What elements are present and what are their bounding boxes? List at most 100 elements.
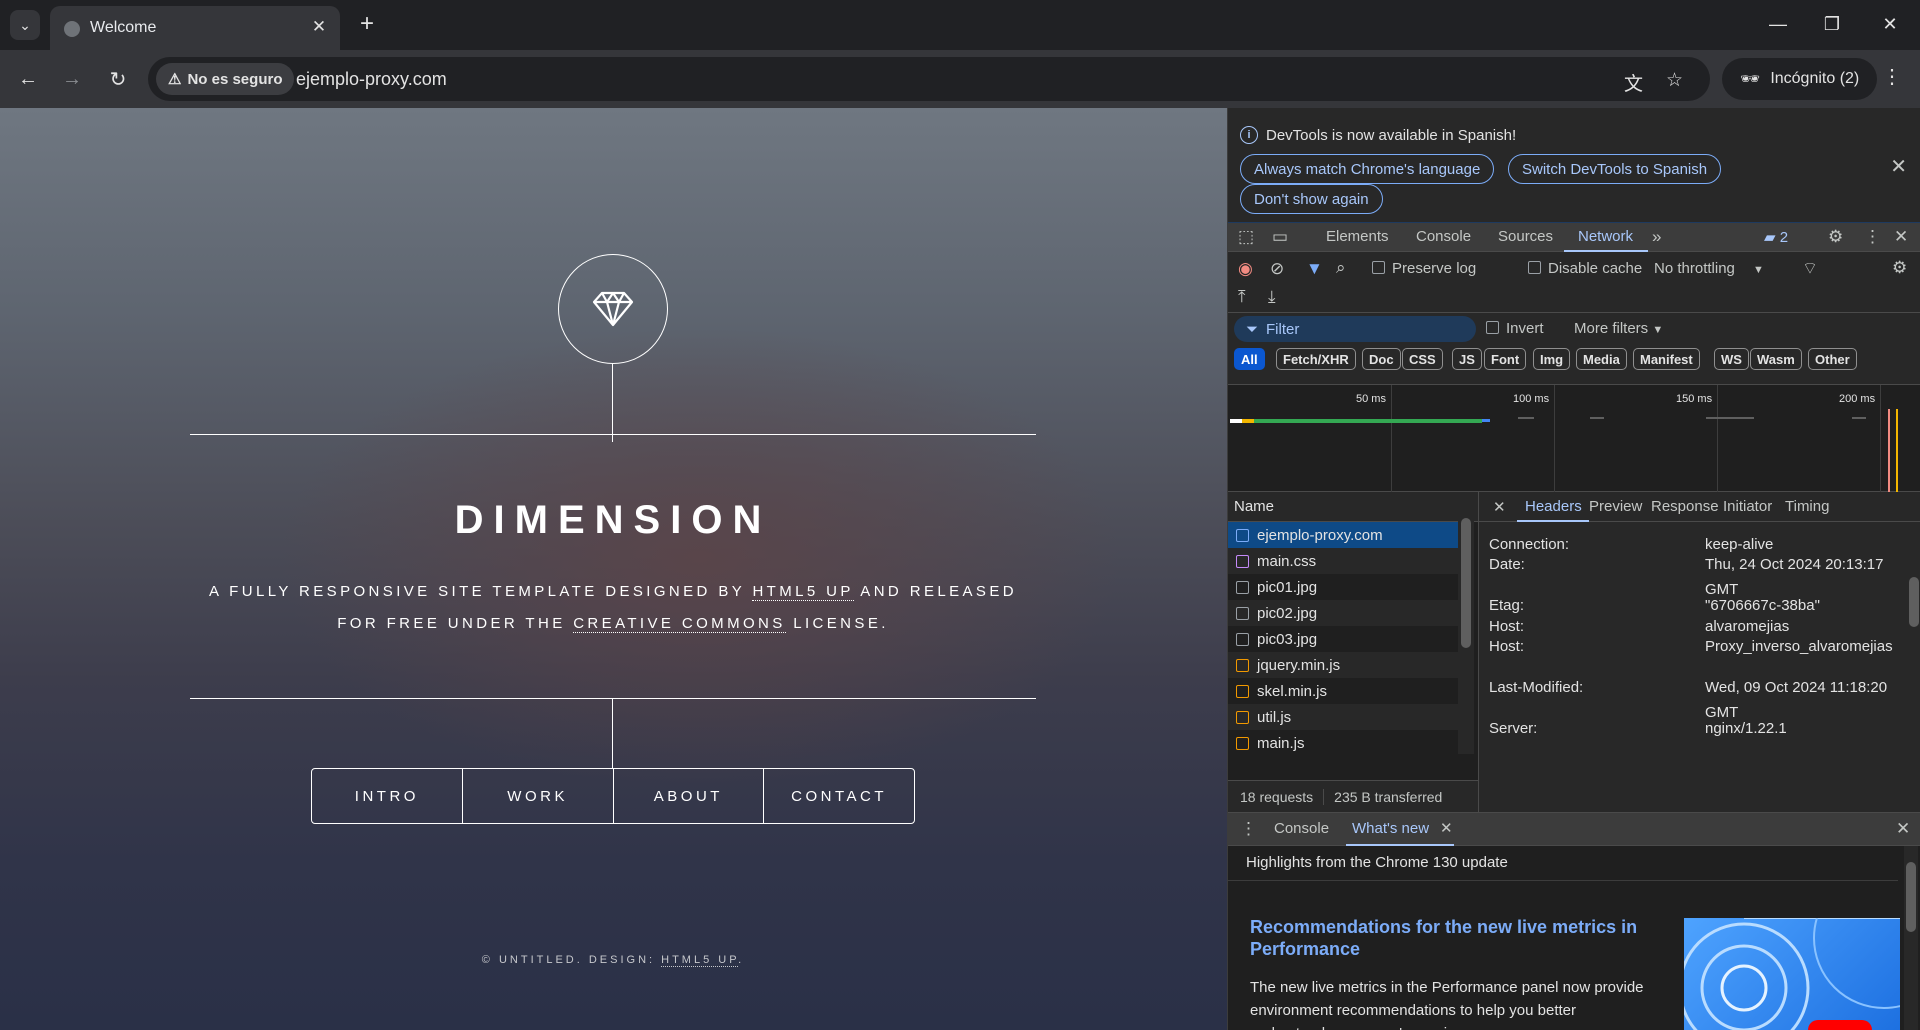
request-row[interactable]: util.js (1228, 704, 1458, 730)
drawer-menu-icon[interactable]: ⋮ (1240, 819, 1257, 839)
feature-title-link[interactable]: Recommendations for the new live metrics… (1250, 916, 1660, 960)
tab-response[interactable]: Response (1651, 498, 1719, 515)
type-chip-media[interactable]: Media (1576, 348, 1627, 370)
site-footer: © UNTITLED. DESIGN: HTML5 UP. (190, 954, 1036, 967)
back-button[interactable]: ← (14, 65, 42, 93)
nav-intro[interactable]: INTRO (312, 769, 463, 823)
type-chip-wasm[interactable]: Wasm (1750, 348, 1802, 370)
type-chip-manifest[interactable]: Manifest (1633, 348, 1700, 370)
type-chip-img[interactable]: Img (1533, 348, 1571, 370)
filter-input[interactable]: ⏷ Filter (1234, 316, 1476, 342)
device-toolbar-icon[interactable]: ▭ (1272, 227, 1288, 247)
record-icon[interactable]: ◉ (1238, 259, 1253, 279)
request-list-scrollbar[interactable] (1458, 492, 1474, 754)
close-infobar-icon[interactable]: ✕ (1890, 154, 1907, 179)
more-tabs-icon[interactable]: » (1652, 227, 1661, 247)
minimize-button[interactable]: — (1758, 10, 1798, 38)
security-chip[interactable]: ⚠ No es seguro (156, 63, 295, 95)
network-conditions-icon[interactable]: ⌔ (1802, 258, 1818, 279)
export-har-icon[interactable]: ⤓ (1268, 287, 1276, 307)
tab-headers[interactable]: Headers (1525, 498, 1582, 515)
tab-console[interactable]: Console (1416, 228, 1471, 245)
name-column-header[interactable]: Name (1228, 492, 1478, 522)
close-detail-icon[interactable]: ✕ (1493, 498, 1506, 516)
creative-commons-link[interactable]: CREATIVE COMMONS (573, 615, 786, 633)
type-chip-doc[interactable]: Doc (1362, 348, 1401, 370)
request-row[interactable]: main.js (1228, 730, 1458, 756)
detail-scrollbar[interactable] (1907, 522, 1920, 812)
request-row[interactable]: pic03.jpg (1228, 626, 1458, 652)
url-text[interactable]: ejemplo-proxy.com (296, 69, 447, 90)
browser-toolbar: ← → ↻ ⚠ No es seguro ejemplo-proxy.com 文… (0, 50, 1920, 108)
switch-spanish-button[interactable]: Switch DevTools to Spanish (1508, 154, 1722, 184)
inspect-element-icon[interactable]: ⬚ (1238, 227, 1254, 247)
nav-work[interactable]: WORK (463, 769, 614, 823)
play-icon[interactable]: ▶ (1808, 1020, 1872, 1030)
tab-initiator[interactable]: Initiator (1723, 498, 1772, 515)
request-row[interactable]: ejemplo-proxy.com (1228, 522, 1458, 548)
star-icon[interactable]: ☆ (1666, 69, 1683, 92)
invert-checkbox[interactable]: Invert (1486, 320, 1544, 337)
drawer-tab-console[interactable]: Console (1274, 820, 1329, 837)
reload-icon: ↻ (109, 68, 127, 91)
security-label: No es seguro (187, 70, 283, 88)
scrollbar-thumb[interactable] (1461, 518, 1471, 648)
type-chip-fetch[interactable]: Fetch/XHR (1276, 348, 1356, 370)
request-row[interactable]: jquery.min.js (1228, 652, 1458, 678)
issues-badge[interactable]: ▰ 2 (1764, 228, 1788, 246)
search-icon[interactable]: ⌕ (1336, 258, 1346, 278)
match-language-button[interactable]: Always match Chrome's language (1240, 154, 1495, 184)
settings-icon[interactable]: ⚙ (1828, 227, 1843, 247)
tab-elements[interactable]: Elements (1326, 228, 1389, 245)
type-chip-js[interactable]: JS (1452, 348, 1482, 370)
clear-icon[interactable]: ⊘ (1270, 259, 1284, 279)
close-devtools-icon[interactable]: ✕ (1894, 227, 1908, 247)
drawer-tab-whats-new[interactable]: What's new (1352, 820, 1429, 837)
tab-network[interactable]: Network (1578, 228, 1633, 245)
dont-show-again-button[interactable]: Don't show again (1240, 184, 1383, 214)
tab-close-icon[interactable]: ✕ (308, 17, 330, 37)
tab-preview[interactable]: Preview (1589, 498, 1642, 515)
type-chip-ws[interactable]: WS (1714, 348, 1749, 370)
tab-search-button[interactable]: ⌄ (10, 10, 40, 40)
video-thumbnail[interactable]: ▶ (1684, 918, 1900, 1030)
browser-tab[interactable]: Welcome ✕ (50, 6, 340, 50)
type-chip-font[interactable]: Font (1484, 348, 1527, 370)
scrollbar-thumb[interactable] (1906, 862, 1916, 932)
browser-menu-icon[interactable]: ⋮ (1882, 64, 1902, 89)
throttling-select[interactable]: No throttling ▼ (1654, 260, 1764, 277)
html5up-link[interactable]: HTML5 UP (752, 583, 854, 601)
request-row[interactable]: skel.min.js (1228, 678, 1458, 704)
request-row[interactable]: pic01.jpg (1228, 574, 1458, 600)
tab-timing[interactable]: Timing (1785, 498, 1829, 515)
more-filters-dropdown[interactable]: More filters ▼ (1574, 320, 1663, 337)
preserve-log-checkbox[interactable]: Preserve log (1372, 260, 1476, 277)
close-window-button[interactable]: ✕ (1870, 10, 1910, 38)
document-icon (1236, 528, 1249, 542)
reload-button[interactable]: ↻ (104, 65, 132, 93)
devtools-menu-icon[interactable]: ⋮ (1864, 227, 1881, 247)
nav-about[interactable]: ABOUT (614, 769, 765, 823)
disable-cache-checkbox[interactable]: Disable cache (1528, 260, 1642, 277)
scrollbar-thumb[interactable] (1909, 577, 1919, 627)
footer-html5up-link[interactable]: HTML5 UP (661, 954, 739, 967)
translate-icon[interactable]: 文 (1624, 69, 1643, 96)
drawer-scrollbar[interactable] (1904, 846, 1918, 1030)
type-chip-css[interactable]: CSS (1402, 348, 1443, 370)
request-row[interactable]: pic02.jpg (1228, 600, 1458, 626)
forward-button[interactable]: → (58, 65, 86, 93)
type-chip-other[interactable]: Other (1808, 348, 1857, 370)
tab-sources[interactable]: Sources (1498, 228, 1553, 245)
restore-button[interactable]: ❐ (1812, 10, 1852, 38)
incognito-badge[interactable]: 🕶 Incógnito (2) (1722, 58, 1878, 100)
nav-contact[interactable]: CONTACT (764, 769, 914, 823)
request-row[interactable]: main.css (1228, 548, 1458, 574)
network-settings-icon[interactable]: ⚙ (1892, 258, 1907, 278)
import-har-icon[interactable]: ⤒ (1238, 287, 1246, 307)
type-chip-all[interactable]: All (1234, 348, 1265, 370)
close-whats-new-icon[interactable]: ✕ (1440, 819, 1453, 837)
filter-icon[interactable]: ▼ (1306, 259, 1323, 279)
new-tab-button[interactable]: + (352, 10, 382, 40)
close-drawer-icon[interactable]: ✕ (1896, 819, 1910, 839)
address-bar[interactable]: ⚠ No es seguro ejemplo-proxy.com 文 ☆ (148, 57, 1710, 101)
